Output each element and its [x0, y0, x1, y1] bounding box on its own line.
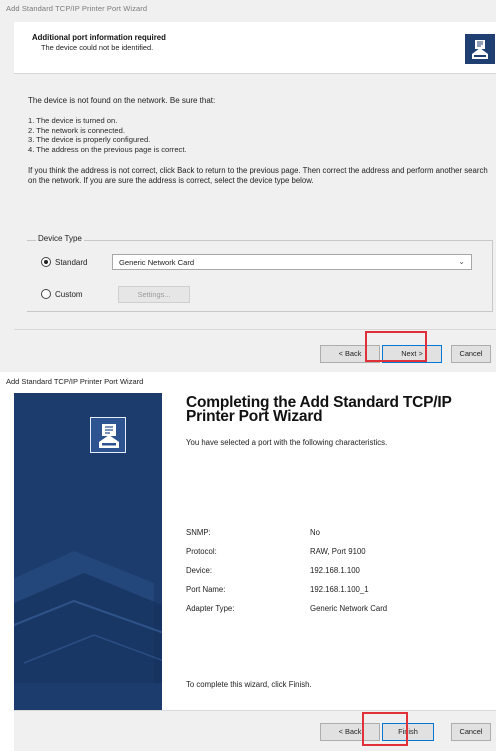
wizard-sidebar [14, 393, 162, 710]
checklist: 1. The device is turned on. 2. The netwo… [28, 116, 488, 154]
property-key: Device: [186, 566, 212, 575]
device-type-label: Device Type [36, 234, 84, 243]
wizard-main: Completing the Add Standard TCP/IP Print… [186, 394, 486, 447]
header-subtitle: The device could not be identified. [41, 43, 154, 52]
checklist-item: 4. The address on the previous page is c… [28, 144, 187, 154]
window-title: Add Standard TCP/IP Printer Port Wizard [6, 377, 144, 386]
wizard-header: Additional port information required The… [14, 22, 496, 74]
property-value: No [310, 528, 320, 537]
cancel-button[interactable]: Cancel [451, 345, 491, 363]
header-title: Additional port information required [32, 33, 166, 42]
summary-description: You have selected a port with the follow… [186, 438, 388, 447]
custom-radio-label[interactable]: Custom [55, 290, 83, 299]
property-key: Protocol: [186, 547, 217, 556]
property-row: Adapter Type: Generic Network Card [186, 604, 486, 623]
custom-radio[interactable] [41, 289, 51, 299]
printer-wizard-icon [90, 417, 126, 453]
window-title: Add Standard TCP/IP Printer Port Wizard [6, 4, 148, 13]
property-value: RAW, Port 9100 [310, 547, 366, 556]
property-value: Generic Network Card [310, 604, 388, 613]
property-row: Port Name: 192.168.1.100_1 [186, 585, 486, 604]
checklist-item: 2. The network is connected. [28, 125, 125, 135]
not-found-message: The device is not found on the network. … [28, 96, 216, 105]
page-title: Completing the Add Standard TCP/IP Print… [186, 394, 452, 425]
finish-button-highlight [362, 712, 408, 746]
property-row: Device: 192.168.1.100 [186, 566, 486, 585]
instructions-text: If you think the address is not correct,… [28, 166, 488, 185]
property-key: Port Name: [186, 585, 226, 594]
wizard-window-completing: Add Standard TCP/IP Printer Port Wizard … [0, 376, 496, 751]
property-value: 192.168.1.100 [310, 566, 360, 575]
property-key: Adapter Type: [186, 604, 235, 613]
device-type-value: Generic Network Card [119, 258, 195, 267]
next-button-highlight [365, 331, 427, 362]
property-row: Protocol: RAW, Port 9100 [186, 547, 486, 566]
chevron-down-icon: ⌄ [458, 257, 465, 266]
footer-divider [14, 329, 496, 330]
cancel-button[interactable]: Cancel [451, 723, 491, 741]
wizard-body: The device is not found on the network. … [28, 96, 488, 186]
device-type-select[interactable]: Generic Network Card ⌄ [112, 254, 472, 270]
checklist-item: 1. The device is turned on. [28, 116, 118, 125]
property-value: 192.168.1.100_1 [310, 585, 369, 594]
settings-button[interactable]: Settings... [118, 286, 190, 303]
device-type-group [27, 240, 493, 312]
checklist-item: 3. The device is properly configured. [28, 135, 151, 144]
standard-radio-label[interactable]: Standard [55, 258, 87, 267]
finish-instruction: To complete this wizard, click Finish. [186, 680, 312, 689]
wizard-window-device-not-found: Add Standard TCP/IP Printer Port Wizard … [0, 0, 496, 372]
printer-illustration-icon [14, 551, 162, 683]
property-key: SNMP: [186, 528, 211, 537]
property-row: SNMP: No [186, 528, 486, 547]
printer-wizard-icon [465, 34, 495, 64]
port-characteristics: SNMP: No Protocol: RAW, Port 9100 Device: 1… [186, 528, 486, 623]
standard-radio[interactable] [41, 257, 51, 267]
